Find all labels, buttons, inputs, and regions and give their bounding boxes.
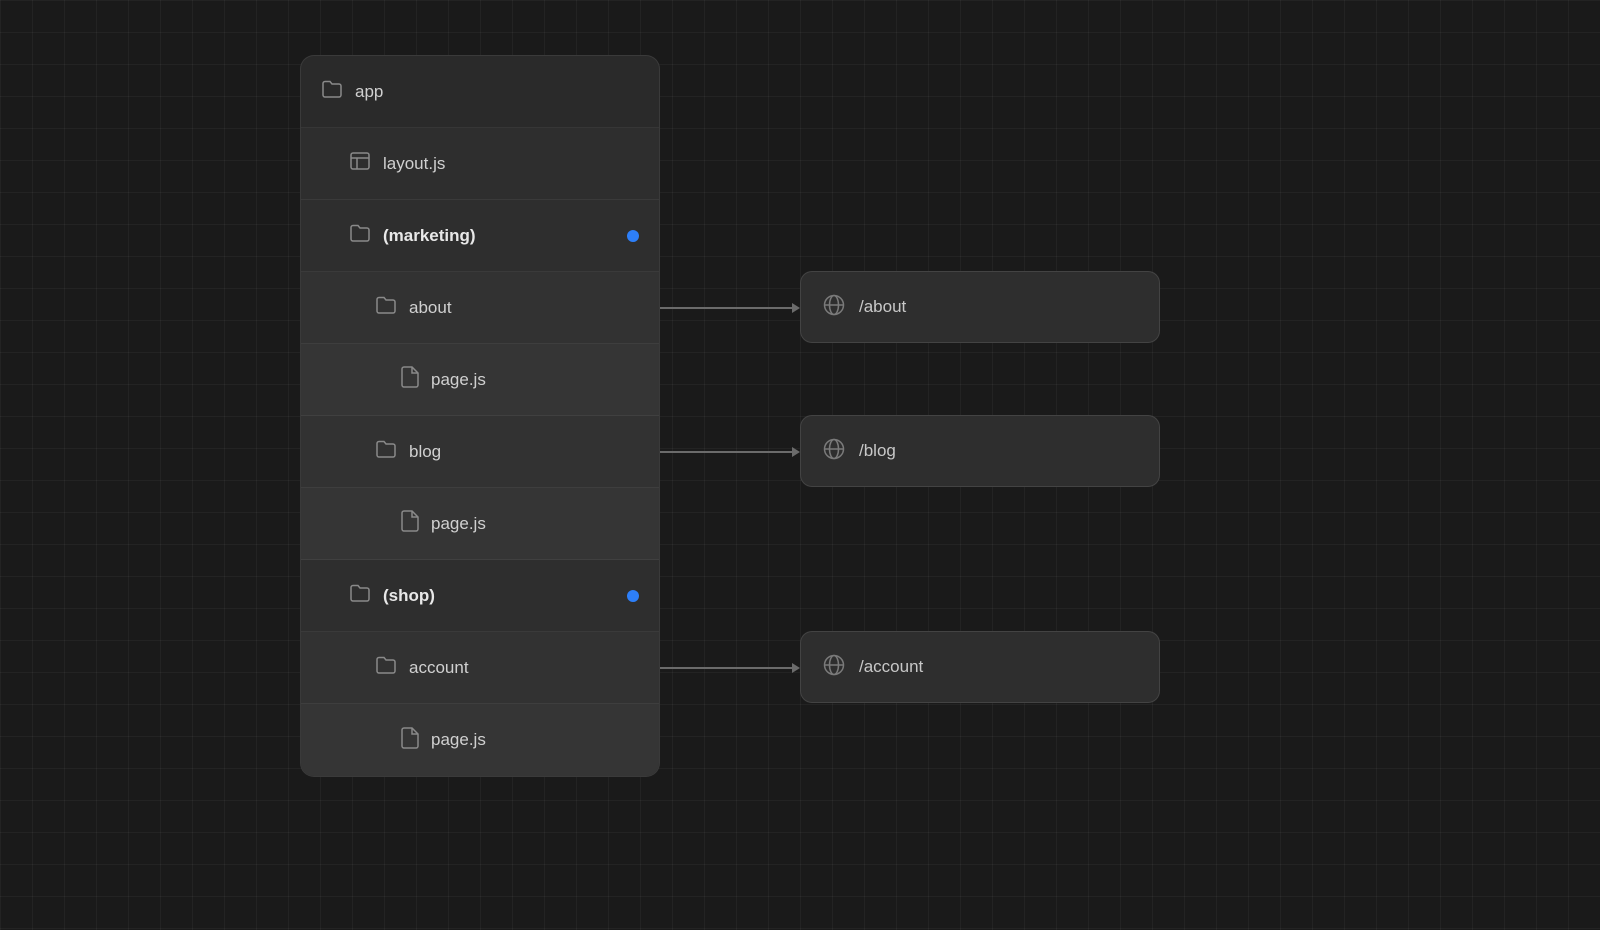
folder-icon-about (375, 295, 397, 320)
tree-label-layout: layout.js (383, 154, 445, 174)
tree-row-layout: layout.js (301, 128, 659, 200)
file-tree-panel: app layout.js (marketing) (300, 55, 660, 777)
folder-icon-marketing (349, 223, 371, 248)
route-box-blog: /blog (800, 415, 1160, 487)
arrow-about (660, 307, 800, 309)
tree-label-account: account (409, 658, 469, 678)
route-label-about: /about (859, 297, 906, 317)
layout-icon (349, 151, 371, 176)
tree-label-page-blog: page.js (431, 514, 486, 534)
route-box-about: /about (800, 271, 1160, 343)
folder-icon (321, 79, 343, 104)
tree-row-page-blog: page.js (301, 488, 659, 560)
tree-label-page-about: page.js (431, 370, 486, 390)
tree-label-marketing: (marketing) (383, 226, 627, 246)
tree-row-account: account (301, 632, 659, 704)
file-icon-page-account (401, 727, 419, 754)
tree-row-page-about: page.js (301, 344, 659, 416)
file-icon-page-blog (401, 510, 419, 537)
tree-row-about: about (301, 272, 659, 344)
folder-icon-shop (349, 583, 371, 608)
tree-row-blog: blog (301, 416, 659, 488)
tree-label-page-account: page.js (431, 730, 486, 750)
route-label-account: /account (859, 657, 923, 677)
tree-label-shop: (shop) (383, 586, 627, 606)
tree-label-app: app (355, 82, 383, 102)
tree-label-blog: blog (409, 442, 441, 462)
globe-icon-about (823, 294, 845, 321)
globe-icon-account (823, 654, 845, 681)
file-icon-page-about (401, 366, 419, 393)
shop-dot (627, 590, 639, 602)
tree-row-app: app (301, 56, 659, 128)
marketing-dot (627, 230, 639, 242)
tree-row-marketing: (marketing) (301, 200, 659, 272)
tree-row-page-account: page.js (301, 704, 659, 776)
folder-icon-account (375, 655, 397, 680)
tree-label-about: about (409, 298, 452, 318)
route-box-account: /account (800, 631, 1160, 703)
arrow-blog (660, 451, 800, 453)
tree-row-shop: (shop) (301, 560, 659, 632)
globe-icon-blog (823, 438, 845, 465)
folder-icon-blog (375, 439, 397, 464)
route-label-blog: /blog (859, 441, 896, 461)
arrow-account (660, 667, 800, 669)
